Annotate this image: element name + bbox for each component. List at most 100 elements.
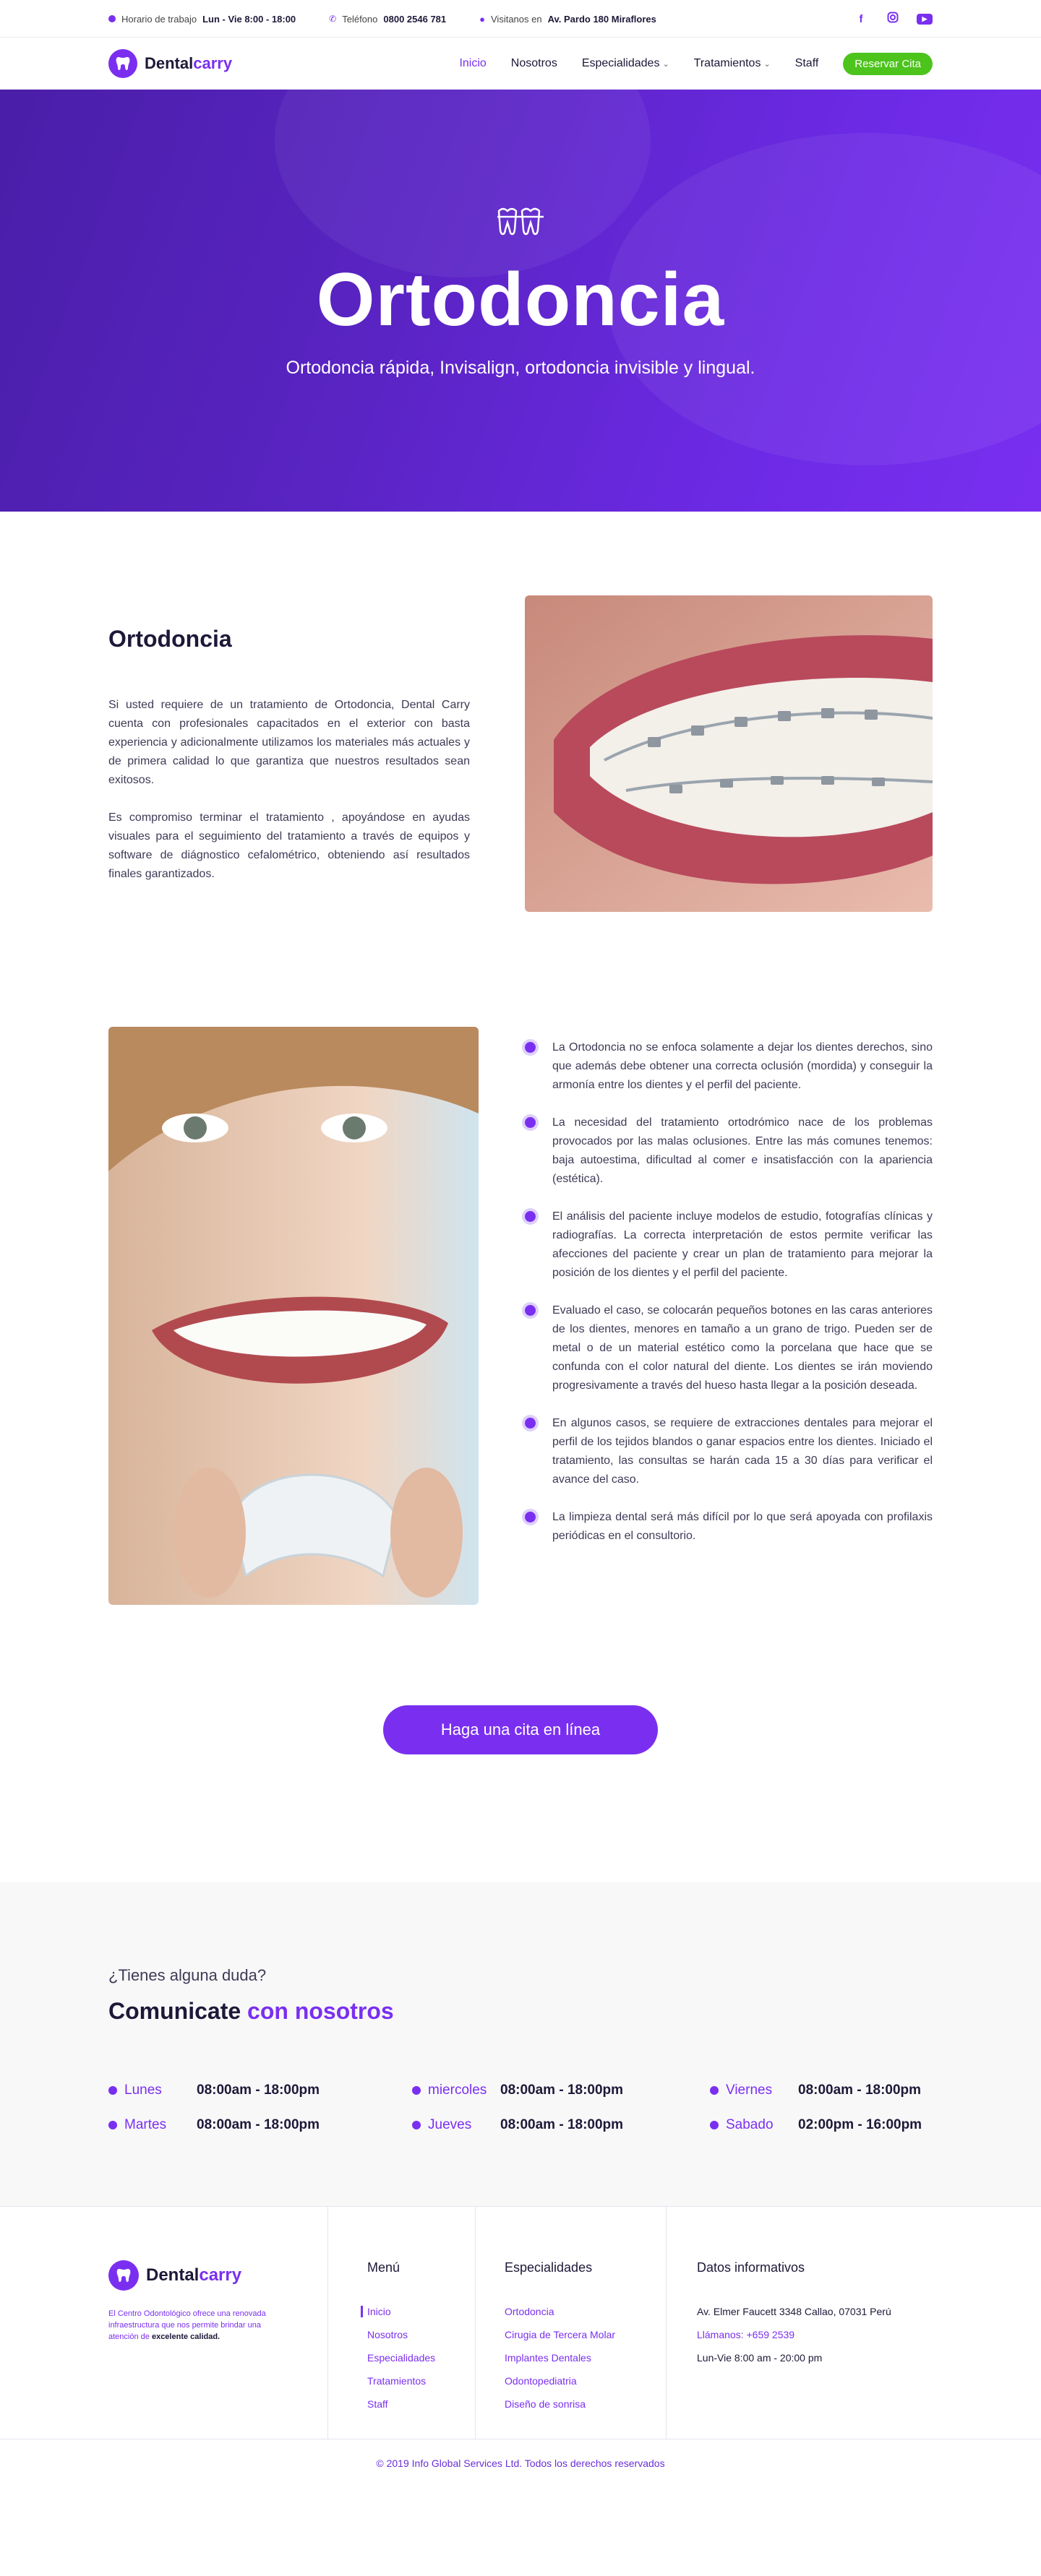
hero-subtitle: Ortodoncia rápida, Invisalign, ortodonci… <box>286 358 755 378</box>
logo[interactable]: Dentalcarry <box>108 49 232 78</box>
phone-label: Teléfono <box>342 13 378 25</box>
cta-section: Haga una cita en línea <box>0 1687 1041 1882</box>
footer-link-diseno[interactable]: Diseño de sonrisa <box>505 2398 666 2410</box>
list-item: En algunos casos, se requiere de extracc… <box>525 1414 933 1489</box>
footer-info: Datos informativos Av. Elmer Faucett 334… <box>667 2207 933 2439</box>
list-item: La Ortodoncia no se enfoca solamente a d… <box>525 1038 933 1095</box>
footer-link-inicio[interactable]: Inicio <box>361 2306 475 2317</box>
working-hours: Horario de trabajo Lun - Vie 8:00 - 18:0… <box>108 14 296 25</box>
footer-info-title: Datos informativos <box>697 2260 805 2275</box>
nav-item-nosotros[interactable]: Nosotros <box>511 57 557 70</box>
bullet-dot-icon <box>710 2121 719 2129</box>
footer-link-odontopediatria[interactable]: Odontopediatria <box>505 2375 666 2387</box>
footer-link-cirugia[interactable]: Cirugia de Tercera Molar <box>505 2329 666 2340</box>
youtube-icon[interactable]: ▶ <box>917 13 933 25</box>
hours-row: Lunes 08:00am - 18:00pm <box>108 2082 412 2098</box>
hero-title: Ortodoncia <box>316 258 725 342</box>
opening-hours: Lunes 08:00am - 18:00pm miercoles 08:00am … <box>108 2082 933 2133</box>
footer-link-especialidades[interactable]: Especialidades <box>367 2352 475 2364</box>
footer-link-nosotros[interactable]: Nosotros <box>367 2329 475 2340</box>
hours-row: Sabado 02:00pm - 16:00pm <box>710 2117 933 2133</box>
footer-link-tratamientos[interactable]: Tratamientos <box>367 2375 475 2387</box>
hero-banner: Ortodoncia Ortodoncia rápida, Invisalign… <box>0 90 1041 512</box>
working-hours-label: Horario de trabajo <box>121 13 197 25</box>
bullet-dot-icon <box>108 2121 117 2129</box>
instagram-icon[interactable] <box>885 12 901 26</box>
top-bar: Horario de trabajo Lun - Vie 8:00 - 18:0… <box>0 0 1041 38</box>
main-navigation: Dentalcarry Inicio Nosotros Especialidad… <box>0 38 1041 90</box>
list-item: Evaluado el caso, se colocarán pequeños … <box>525 1301 933 1395</box>
clock-icon <box>108 15 116 22</box>
intro-section: Ortodoncia Si usted requiere de un trata… <box>0 512 1041 1027</box>
contact-section: ¿Tienes alguna duda? Comunicate con noso… <box>0 1882 1041 2206</box>
bullet-dot-icon <box>108 2086 117 2095</box>
working-hours-value: Lun - Vie 8:00 - 18:00 <box>202 13 296 25</box>
bullet-dot-icon <box>525 1512 536 1522</box>
braces-teeth-icon <box>496 205 545 244</box>
footer-specialties-title: Especialidades <box>505 2260 593 2275</box>
bullet-dot-icon <box>525 1305 536 1316</box>
address-label: Visitanos en <box>491 13 542 25</box>
bullet-dot-icon <box>525 1117 536 1128</box>
footer-address: Av. Elmer Faucett 3348 Callao, 07031 Per… <box>697 2306 891 2317</box>
braces-smile-image <box>525 595 933 912</box>
chevron-down-icon: ⌄ <box>662 60 669 69</box>
address-info: ● Visitanos en Av. Pardo 180 Miraflores <box>479 14 656 25</box>
phone-value[interactable]: 0800 2546 781 <box>383 14 446 25</box>
footer-logo[interactable]: Dentalcarry <box>108 2260 327 2291</box>
hours-row: Jueves 08:00am - 18:00pm <box>412 2117 710 2133</box>
phone-icon: ✆ <box>329 14 337 24</box>
footer-phone[interactable]: Llámanos: +659 2539 <box>697 2329 933 2340</box>
address-value: Av. Pardo 180 Miraflores <box>547 13 656 25</box>
footer-about-text: El Centro Odontológico ofrece una renova… <box>108 2309 266 2341</box>
hours-row: miercoles 08:00am - 18:00pm <box>412 2082 710 2098</box>
intro-paragraph: Si usted requiere de un tratamiento de O… <box>108 699 470 786</box>
nav-item-inicio[interactable]: Inicio <box>459 57 486 70</box>
intro-paragraph: Es compromiso terminar el tratamiento , … <box>108 811 470 880</box>
nav-item-especialidades[interactable]: Especialidades ⌄ <box>582 57 669 70</box>
copyright: © 2019 Info Global Services Ltd. Todos l… <box>0 2439 1041 2486</box>
list-item: El análisis del paciente incluye modelos… <box>525 1207 933 1283</box>
intro-text: Ortodoncia Si usted requiere de un trata… <box>108 595 470 912</box>
social-links: f ▶ <box>853 12 933 26</box>
bullet-dot-icon <box>412 2121 421 2129</box>
hours-row: Viernes 08:00am - 18:00pm <box>710 2082 933 2098</box>
brand-name: Dentalcarry <box>145 54 233 72</box>
footer-about: Dentalcarry El Centro Odontológico ofrec… <box>108 2207 328 2439</box>
nav-item-staff[interactable]: Staff <box>795 57 819 70</box>
phone-info: ✆ Teléfono 0800 2546 781 <box>329 14 446 25</box>
footer-link-staff[interactable]: Staff <box>367 2398 475 2410</box>
bullet-dot-icon <box>525 1211 536 1222</box>
intro-heading: Ortodoncia <box>108 626 232 652</box>
footer: Dentalcarry El Centro Odontológico ofrec… <box>0 2206 1041 2439</box>
tooth-logo-icon <box>108 49 137 78</box>
bullet-dot-icon <box>710 2086 719 2095</box>
footer-menu: Menú Inicio Nosotros Especialidades Trat… <box>328 2207 476 2439</box>
footer-link-ortodoncia[interactable]: Ortodoncia <box>505 2306 666 2317</box>
bullet-dot-icon <box>525 1042 536 1053</box>
footer-specialties: Especialidades Ortodoncia Cirugia de Ter… <box>476 2207 667 2439</box>
details-section: La Ortodoncia no se enfoca solamente a d… <box>0 1027 1041 1687</box>
reservar-cita-button[interactable]: Reservar Cita <box>843 52 933 75</box>
footer-schedule: Lun-Vie 8:00 am - 20:00 pm <box>697 2352 823 2364</box>
book-online-button[interactable]: Haga una cita en línea <box>383 1705 658 1754</box>
contact-question: ¿Tienes alguna duda? <box>108 1966 267 1984</box>
footer-menu-title: Menú <box>367 2260 400 2275</box>
location-pin-icon: ● <box>479 13 485 25</box>
brand-name: Dentalcarry <box>146 2265 242 2285</box>
footer-link-implantes[interactable]: Implantes Dentales <box>505 2352 666 2364</box>
list-item: La necesidad del tratamiento ortodrómico… <box>525 1113 933 1189</box>
chevron-down-icon: ⌄ <box>763 60 771 69</box>
nav-menu: Inicio Nosotros Especialidades ⌄ Tratamie… <box>459 52 933 75</box>
facebook-icon[interactable]: f <box>853 13 869 25</box>
tooth-logo-icon <box>108 2260 139 2291</box>
details-list: La Ortodoncia no se enfoca solamente a d… <box>525 1027 933 1605</box>
nav-item-tratamientos[interactable]: Tratamientos ⌄ <box>694 57 771 70</box>
contact-title: Comunicate con nosotros <box>108 1998 394 2024</box>
list-item: La limpieza dental será más difícil por … <box>525 1508 933 1546</box>
aligner-smile-image <box>108 1027 479 1605</box>
bullet-dot-icon <box>412 2086 421 2095</box>
hero-background-shape <box>275 90 651 277</box>
hours-row: Martes 08:00am - 18:00pm <box>108 2117 412 2133</box>
bullet-dot-icon <box>525 1418 536 1429</box>
